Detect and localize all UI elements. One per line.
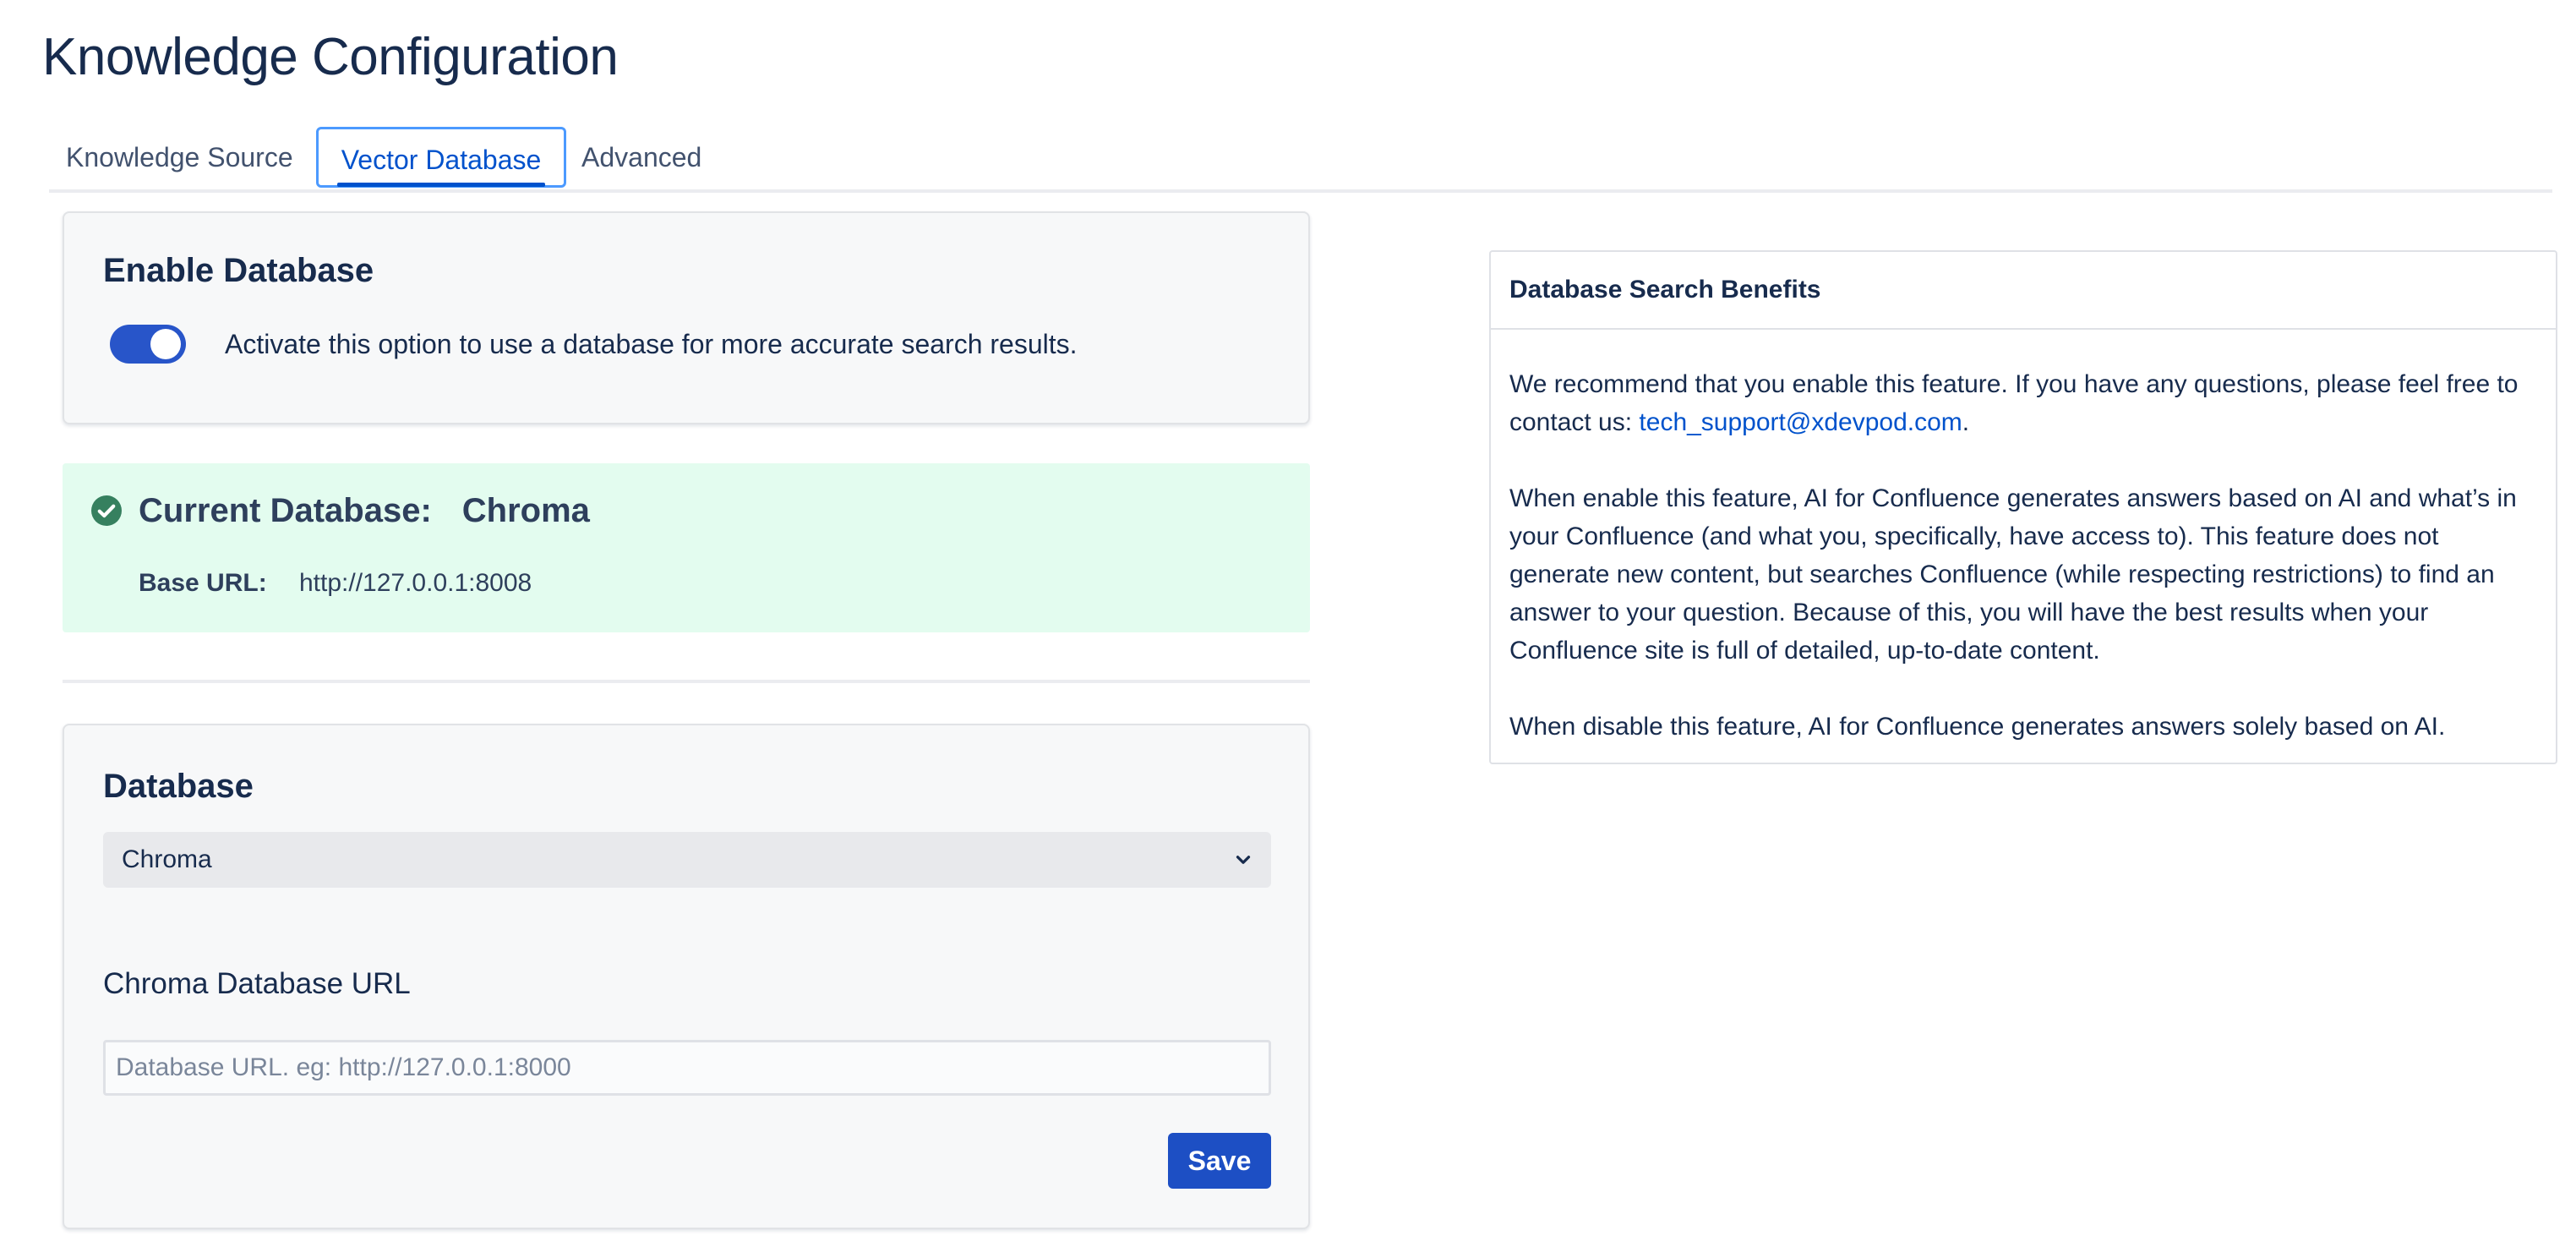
current-database-title: Current Database: Chroma (139, 487, 590, 534)
chevron-down-icon (1236, 856, 1251, 864)
base-url-label: Base URL: (139, 569, 267, 597)
page-title: Knowledge Configuration (42, 28, 619, 86)
benefits-paragraph-2: When enable this feature, AI for Conflue… (1509, 484, 2517, 665)
database-title: Database (103, 768, 254, 805)
page: Knowledge Configuration Knowledge Source… (0, 0, 2576, 1258)
save-button[interactable]: Save (1168, 1133, 1271, 1189)
benefits-panel: Database Search Benefits We recommend th… (1489, 250, 2557, 764)
database-select-value: Chroma (122, 845, 212, 873)
tab-bar: Knowledge Source Vector Database Advance… (49, 127, 2552, 193)
database-settings-card: Database Chroma Chroma Database URL Save (63, 724, 1310, 1229)
support-email-link[interactable]: tech_support@xdevpod.com (1639, 408, 1962, 436)
tab-knowledge-source[interactable]: Knowledge Source (66, 127, 293, 188)
check-circle-icon (91, 495, 122, 526)
database-url-input[interactable] (103, 1040, 1271, 1096)
active-tab-indicator (337, 183, 545, 187)
database-select[interactable]: Chroma (103, 832, 1271, 888)
base-url-value: http://127.0.0.1:8008 (299, 569, 532, 597)
tab-vector-database[interactable]: Vector Database (316, 127, 566, 188)
enable-database-description: Activate this option to use a database f… (225, 329, 1078, 359)
benefits-body: We recommend that you enable this featur… (1509, 365, 2525, 746)
benefits-paragraph-3: When disable this feature, AI for Conflu… (1509, 713, 2446, 741)
current-database-value: Chroma (461, 492, 590, 529)
tab-advanced[interactable]: Advanced (581, 127, 701, 188)
current-database-status: Current Database: Chroma Base URL: http:/… (63, 463, 1310, 632)
tab-vector-database-label: Vector Database (341, 145, 542, 175)
enable-database-toggle[interactable] (110, 325, 186, 364)
section-divider (63, 680, 1310, 683)
enable-database-card: Enable Database Activate this option to … (63, 211, 1310, 424)
database-url-label: Chroma Database URL (103, 967, 411, 1000)
benefits-title: Database Search Benefits (1491, 252, 2556, 330)
contact-text-end: . (1962, 408, 1970, 436)
benefits-paragraph-1: We recommend that you enable this featur… (1509, 365, 2525, 441)
toggle-knob (150, 329, 181, 359)
current-database-label: Current Database: (139, 492, 432, 529)
enable-database-title: Enable Database (103, 252, 374, 289)
